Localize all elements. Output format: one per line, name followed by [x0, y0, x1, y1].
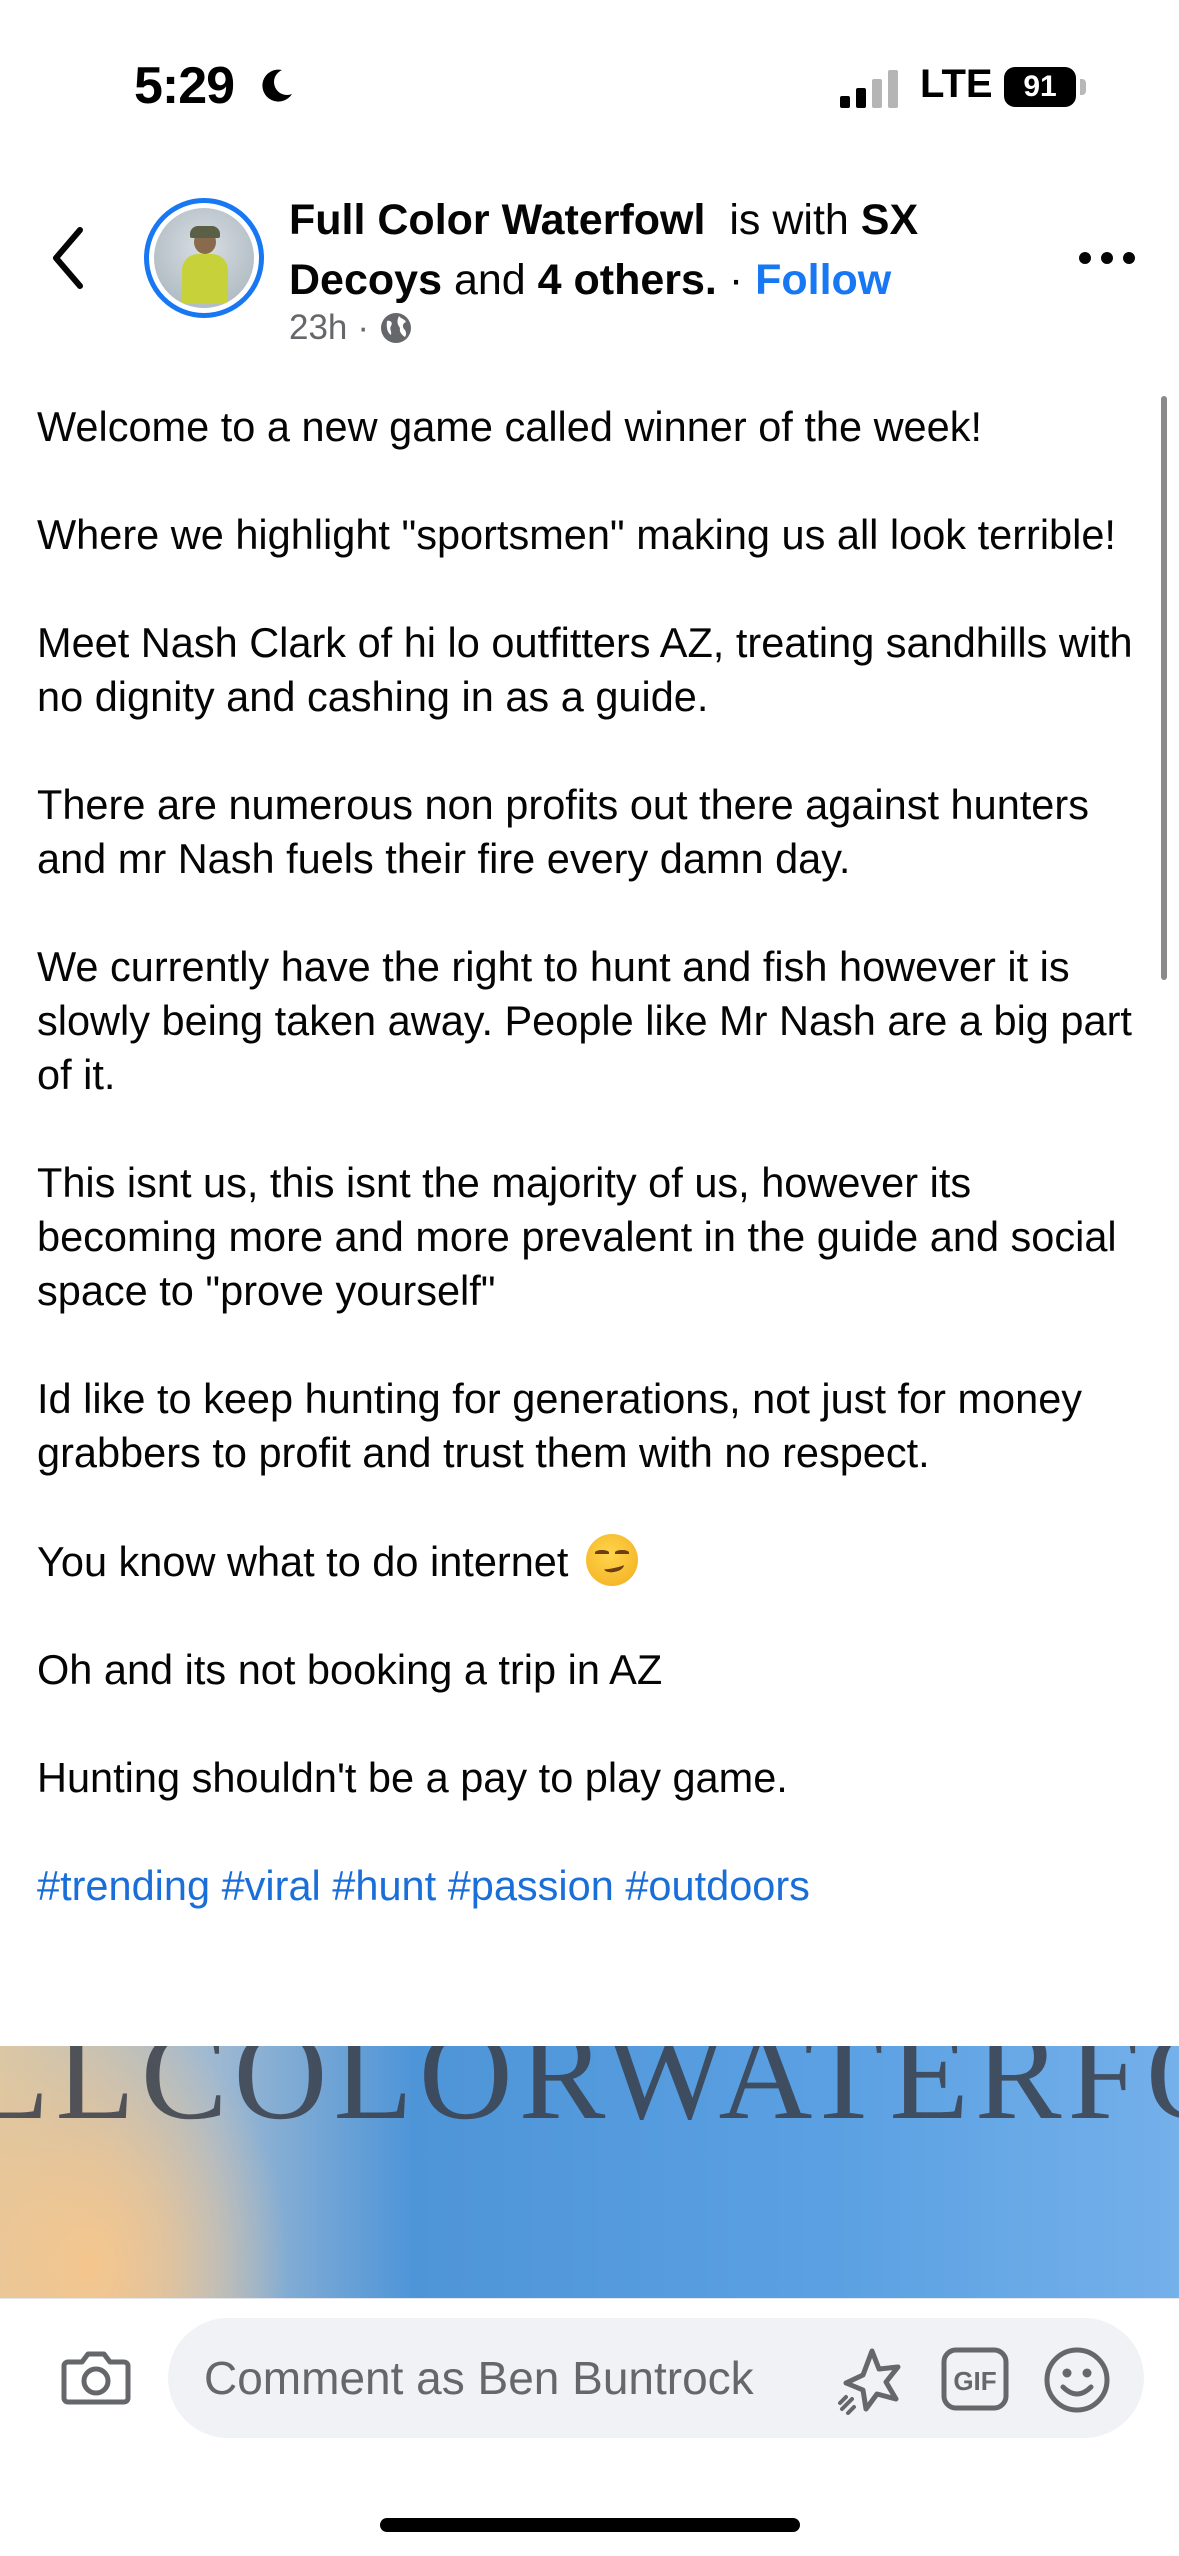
post-paragraph-text: You know what to do internet	[37, 1538, 569, 1585]
post-paragraph: Where we highlight "sportsmen" making us…	[37, 511, 1116, 558]
post-time[interactable]: 23h	[289, 308, 347, 348]
more-options-button[interactable]	[1075, 238, 1139, 278]
post-meta: 23h ·	[289, 308, 413, 348]
post-paragraph: This isnt us, this isnt the majority of …	[37, 1159, 1117, 1314]
post-image[interactable]: LLCOLORWATERFO	[0, 2046, 1179, 2298]
status-time: 5:29	[134, 57, 235, 115]
camera-icon[interactable]	[60, 2346, 132, 2408]
and-text: and	[453, 256, 526, 304]
follow-button[interactable]: Follow	[755, 256, 891, 304]
sticker-icon[interactable]	[836, 2345, 908, 2415]
post-detail-screen: 5:29 LTE 91 Full Color Waterfowl is with…	[0, 0, 1179, 2556]
hashtag-list: #trending #viral #hunt #passion #outdoor…	[37, 1859, 1157, 1913]
home-indicator[interactable]	[380, 2518, 800, 2532]
with-prefix: is with	[729, 196, 849, 244]
battery-level: 91	[1004, 67, 1076, 107]
avatar-image	[154, 208, 254, 308]
author-avatar[interactable]	[144, 198, 264, 318]
post-paragraph: Hunting shouldn't be a pay to play game.	[37, 1754, 788, 1801]
post-paragraph: Oh and its not booking a trip in AZ	[37, 1646, 663, 1693]
post-paragraph: Meet Nash Clark of hi lo outfitters AZ, …	[37, 619, 1133, 720]
status-bar: 5:29 LTE 91	[0, 0, 1179, 170]
smiley-icon[interactable]	[1042, 2345, 1112, 2415]
header-separator: ·	[728, 256, 744, 304]
post-body: Welcome to a new game called winner of t…	[37, 400, 1157, 1913]
smirk-emoji	[585, 1534, 638, 1586]
signal-icon	[840, 70, 898, 108]
moon-icon	[262, 69, 292, 102]
back-button[interactable]	[40, 220, 100, 296]
hashtag-link[interactable]: #trending	[37, 1862, 210, 1909]
hashtag-link[interactable]: #viral	[222, 1862, 321, 1909]
battery-cap	[1080, 79, 1086, 95]
post-paragraph: Id like to keep hunting for generations,…	[37, 1375, 1083, 1476]
meta-separator: ·	[357, 308, 370, 347]
gif-icon[interactable]: GIF	[940, 2346, 1010, 2412]
image-watermark-text: LLCOLORWATERFO	[0, 2046, 1179, 2147]
scroll-indicator[interactable]	[1161, 396, 1167, 980]
author-name[interactable]: Full Color Waterfowl	[289, 196, 705, 244]
post-header: Full Color Waterfowl is with SX Decoys a…	[289, 190, 1049, 310]
globe-icon	[381, 313, 412, 343]
hashtag-link[interactable]: #hunt	[332, 1862, 436, 1909]
post-paragraph: Welcome to a new game called winner of t…	[37, 403, 982, 450]
post-paragraph: There are numerous non profits out there…	[37, 781, 1089, 882]
network-label: LTE	[920, 62, 993, 106]
tagged-others[interactable]: 4 others.	[538, 256, 717, 304]
hashtag-link[interactable]: #passion	[448, 1862, 614, 1909]
post-paragraph-with-emoji: You know what to do internet	[37, 1534, 1157, 1589]
post-paragraph: We currently have the right to hunt and …	[37, 943, 1132, 1098]
hashtag-link[interactable]: #outdoors	[625, 1862, 810, 1909]
gif-label: GIF	[953, 2366, 996, 2396]
